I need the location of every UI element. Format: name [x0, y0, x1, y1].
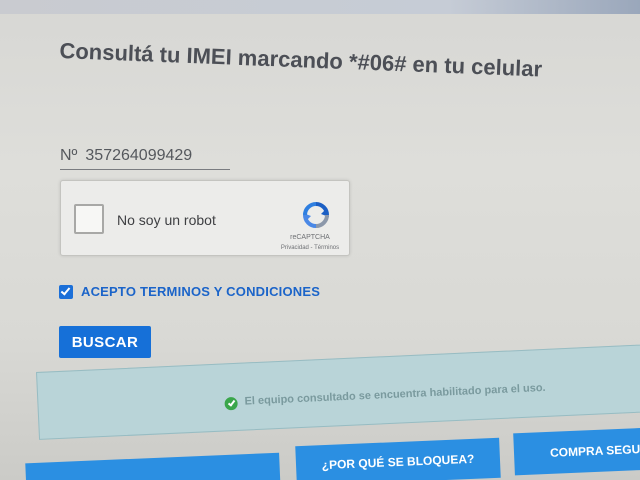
left-action-button[interactable]: [25, 452, 281, 480]
bottom-button-row: ¿POR QUÉ SE BLOQUEA? COMPRA SEGURA: [0, 0, 640, 480]
safe-purchase-button[interactable]: COMPRA SEGURA: [513, 426, 640, 476]
why-blocked-button[interactable]: ¿POR QUÉ SE BLOQUEA?: [295, 437, 501, 480]
browser-viewport: Consultá tu IMEI marcando *#06# en tu ce…: [0, 0, 640, 480]
